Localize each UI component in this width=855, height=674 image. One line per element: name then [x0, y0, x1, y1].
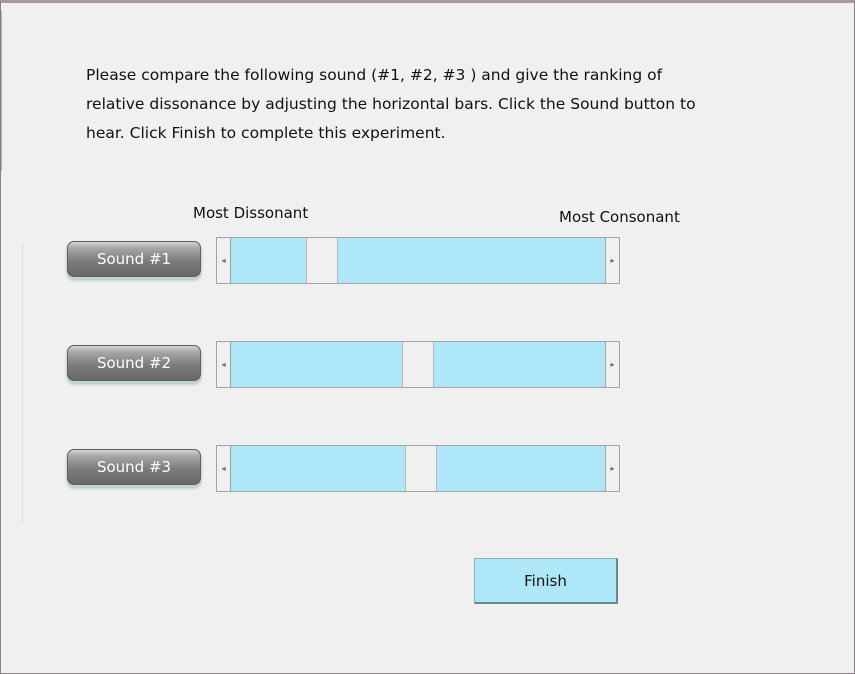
slider-thumb[interactable] [402, 342, 434, 387]
slider-track[interactable] [231, 446, 605, 491]
sound-1-button[interactable]: Sound #1 [67, 241, 201, 277]
finish-button[interactable]: Finish [474, 558, 618, 604]
scroll-right-icon[interactable]: ▸ [605, 342, 619, 387]
instructions-text: Please compare the following sound (#1, … [86, 66, 696, 142]
window-edge-mark [1, 11, 10, 171]
slider-track[interactable] [231, 238, 605, 283]
slider-thumb[interactable] [405, 446, 437, 491]
slider-track[interactable] [231, 342, 605, 387]
most-dissonant-label: Most Dissonant [193, 204, 309, 222]
slider-thumb[interactable] [306, 238, 338, 283]
sound-2-button[interactable]: Sound #2 [67, 345, 201, 381]
sound-3-button[interactable]: Sound #3 [67, 449, 201, 485]
scroll-left-icon[interactable]: ◂ [217, 342, 231, 387]
scroll-right-icon[interactable]: ▸ [605, 446, 619, 491]
sound-2-slider[interactable]: ◂ ▸ [216, 341, 620, 388]
experiment-window: Please compare the following sound (#1, … [0, 0, 855, 674]
most-consonant-label: Most Consonant [559, 208, 680, 226]
sound-1-slider[interactable]: ◂ ▸ [216, 237, 620, 284]
sound-3-slider[interactable]: ◂ ▸ [216, 445, 620, 492]
scroll-right-icon[interactable]: ▸ [605, 238, 619, 283]
scroll-left-icon[interactable]: ◂ [217, 238, 231, 283]
divider-line [22, 243, 23, 523]
scroll-left-icon[interactable]: ◂ [217, 446, 231, 491]
